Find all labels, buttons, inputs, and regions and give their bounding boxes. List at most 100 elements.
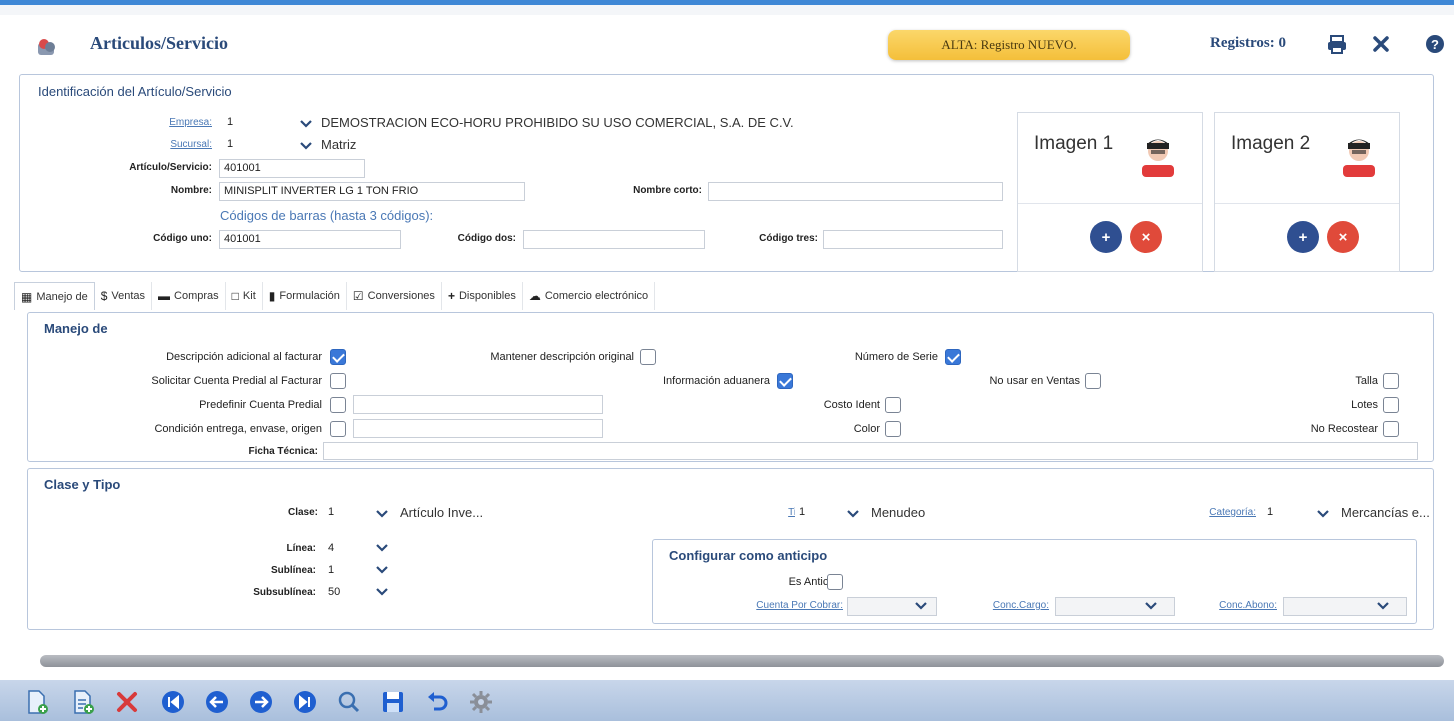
chevron-down-icon[interactable] bbox=[374, 541, 390, 555]
sucursal-label[interactable]: Sucursal: bbox=[120, 139, 212, 150]
info-aduanera-checkbox[interactable] bbox=[777, 373, 793, 389]
tab-label: Comercio electrónico bbox=[544, 290, 649, 302]
es-anticipo-label: Es Anticipo bbox=[788, 576, 843, 588]
es-anticipo-checkbox[interactable] bbox=[827, 574, 843, 590]
page-title: Articulos/Servicio bbox=[90, 33, 228, 53]
color-checkbox[interactable] bbox=[885, 421, 901, 437]
lotes-checkbox[interactable] bbox=[1383, 397, 1399, 413]
print-icon[interactable] bbox=[1326, 33, 1348, 55]
costo-ident-checkbox[interactable] bbox=[885, 397, 901, 413]
no-recostear-checkbox[interactable] bbox=[1383, 421, 1399, 437]
conc-cargo-label[interactable]: Conc.Cargo: bbox=[953, 600, 1049, 611]
chevron-down-icon[interactable] bbox=[913, 599, 929, 613]
chevron-down-icon[interactable] bbox=[1143, 599, 1159, 613]
tab-ventas[interactable]: $ Ventas bbox=[95, 282, 153, 310]
talla-label: Talla bbox=[1355, 375, 1378, 387]
empresa-label[interactable]: Empresa: bbox=[120, 117, 212, 128]
anticipo-panel: Configurar como anticipo Es Anticipo Cue… bbox=[652, 539, 1417, 624]
help-icon[interactable]: ? bbox=[1424, 33, 1446, 55]
horizontal-scrollbar[interactable] bbox=[40, 655, 1444, 667]
tab-formulacion[interactable]: ▮ Formulación bbox=[263, 282, 347, 310]
add-image2-button[interactable]: + bbox=[1287, 221, 1319, 253]
imagen1-card: Imagen 1 + × bbox=[1017, 112, 1203, 272]
settings-icon[interactable] bbox=[468, 689, 494, 715]
svg-text:?: ? bbox=[1431, 37, 1439, 52]
add-image1-button[interactable]: + bbox=[1090, 221, 1122, 253]
delete-icon[interactable] bbox=[114, 689, 140, 715]
linea-label: Línea: bbox=[286, 543, 316, 554]
chevron-down-icon[interactable] bbox=[374, 563, 390, 577]
categoria-select[interactable]: 1 bbox=[1263, 504, 1323, 523]
empresa-name: DEMOSTRACION ECO-HORU PROHIBIDO SU USO C… bbox=[321, 115, 794, 130]
sucursal-name: Matriz bbox=[321, 137, 357, 152]
lotes-label: Lotes bbox=[1351, 399, 1378, 411]
tab-disponibles[interactable]: + Disponibles bbox=[442, 282, 523, 310]
codigo-dos-label: Código dos: bbox=[457, 233, 516, 244]
chevron-down-icon[interactable] bbox=[374, 585, 390, 599]
codigo-dos-field[interactable] bbox=[523, 230, 705, 249]
chevron-down-icon[interactable] bbox=[1375, 599, 1391, 613]
codigo-tres-field[interactable] bbox=[823, 230, 1003, 249]
remove-image2-button[interactable]: × bbox=[1327, 221, 1359, 253]
conc-abono-label[interactable]: Conc.Abono: bbox=[1193, 600, 1277, 611]
clase-tipo-title: Clase y Tipo bbox=[44, 477, 121, 492]
copy-doc-icon[interactable] bbox=[70, 689, 96, 715]
top-strip bbox=[0, 5, 1454, 15]
undo-icon[interactable] bbox=[424, 689, 450, 715]
first-icon[interactable] bbox=[160, 689, 186, 715]
tab-label: Ventas bbox=[111, 290, 146, 302]
nombre-field[interactable]: MINISPLIT INVERTER LG 1 TON FRIO bbox=[219, 182, 525, 201]
user-avatar-icon bbox=[1343, 139, 1375, 177]
cuenta-cobrar-label[interactable]: Cuenta Por Cobrar: bbox=[683, 600, 843, 611]
sitemap-icon: □ bbox=[231, 289, 239, 303]
condicion-entrega-checkbox[interactable] bbox=[330, 421, 346, 437]
articulo-field[interactable]: 401001 bbox=[219, 159, 365, 178]
numero-serie-checkbox[interactable] bbox=[945, 349, 961, 365]
new-doc-icon[interactable] bbox=[24, 689, 50, 715]
solicitar-cuenta-checkbox[interactable] bbox=[330, 373, 346, 389]
nombre-corto-field[interactable] bbox=[708, 182, 1003, 201]
categoria-label[interactable]: Categoría: bbox=[1168, 507, 1256, 518]
ficha-tecnica-field[interactable] bbox=[323, 442, 1418, 460]
talla-checkbox[interactable] bbox=[1383, 373, 1399, 389]
money-icon: ▬ bbox=[158, 289, 171, 303]
chevron-down-icon[interactable] bbox=[298, 139, 314, 153]
chevron-down-icon[interactable] bbox=[374, 507, 390, 521]
tab-label: Compras bbox=[174, 290, 219, 302]
manejo-panel: Manejo de Descripción adicional al factu… bbox=[27, 312, 1434, 462]
close-icon[interactable] bbox=[1370, 33, 1392, 55]
condicion-entrega-label: Condición entrega, envase, origen bbox=[154, 423, 322, 435]
tab-conversiones[interactable]: ☑ Conversiones bbox=[347, 282, 442, 310]
save-icon[interactable] bbox=[380, 689, 406, 715]
codigo-uno-field[interactable]: 401001 bbox=[219, 230, 401, 249]
tab-comercio[interactable]: ☁ Comercio electrónico bbox=[523, 282, 656, 310]
clase-label: Clase: bbox=[287, 507, 318, 518]
predefinir-cuenta-checkbox[interactable] bbox=[330, 397, 346, 413]
descripcion-adicional-label: Descripción adicional al facturar bbox=[166, 351, 322, 363]
next-icon[interactable] bbox=[248, 689, 274, 715]
dollar-icon: $ bbox=[100, 289, 108, 303]
predefinir-cuenta-field[interactable] bbox=[353, 395, 603, 414]
predefinir-cuenta-label: Predefinir Cuenta Predial bbox=[199, 399, 322, 411]
chevron-down-icon[interactable] bbox=[845, 507, 861, 521]
app-icon bbox=[38, 39, 55, 55]
imagen2-card: Imagen 2 + × bbox=[1214, 112, 1400, 272]
prev-icon[interactable] bbox=[204, 689, 230, 715]
bottom-toolbar bbox=[0, 680, 1454, 721]
last-icon[interactable] bbox=[292, 689, 318, 715]
chevron-down-icon[interactable] bbox=[1315, 507, 1331, 521]
no-usar-ventas-checkbox[interactable] bbox=[1085, 373, 1101, 389]
chevron-down-icon[interactable] bbox=[298, 117, 314, 131]
tipo-name: Menudeo bbox=[871, 505, 926, 520]
tab-kit[interactable]: □ Kit bbox=[226, 282, 263, 310]
plus-icon: + bbox=[447, 289, 455, 303]
categoria-name: Mercancías e... bbox=[1341, 505, 1430, 520]
search-icon[interactable] bbox=[336, 689, 362, 715]
descripcion-adicional-checkbox[interactable] bbox=[330, 349, 346, 365]
tab-manejo[interactable]: ▦ Manejo de bbox=[14, 282, 95, 310]
codigo-tres-label: Código tres: bbox=[759, 233, 818, 244]
mantener-descripcion-checkbox[interactable] bbox=[640, 349, 656, 365]
condicion-entrega-field[interactable] bbox=[353, 419, 603, 438]
remove-image1-button[interactable]: × bbox=[1130, 221, 1162, 253]
tab-compras[interactable]: ▬ Compras bbox=[152, 282, 226, 310]
